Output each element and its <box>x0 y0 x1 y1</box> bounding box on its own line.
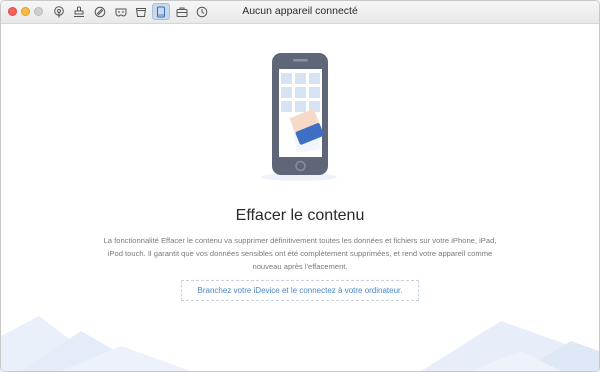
page-heading: Effacer le contenu <box>235 207 365 224</box>
title-bar: Aucun appareil connecté <box>1 1 599 24</box>
phone-eraser-illustration <box>261 53 337 181</box>
app-window: Aucun appareil connecté Effacer le conte… <box>0 0 600 372</box>
page-description: La fonctionnalité Effacer le contenu va … <box>103 236 497 271</box>
mountain-decoration <box>1 316 599 371</box>
window-title: Aucun appareil connecté <box>242 5 358 17</box>
main-content: Effacer le contenu La fonctionnalité Eff… <box>1 24 599 371</box>
